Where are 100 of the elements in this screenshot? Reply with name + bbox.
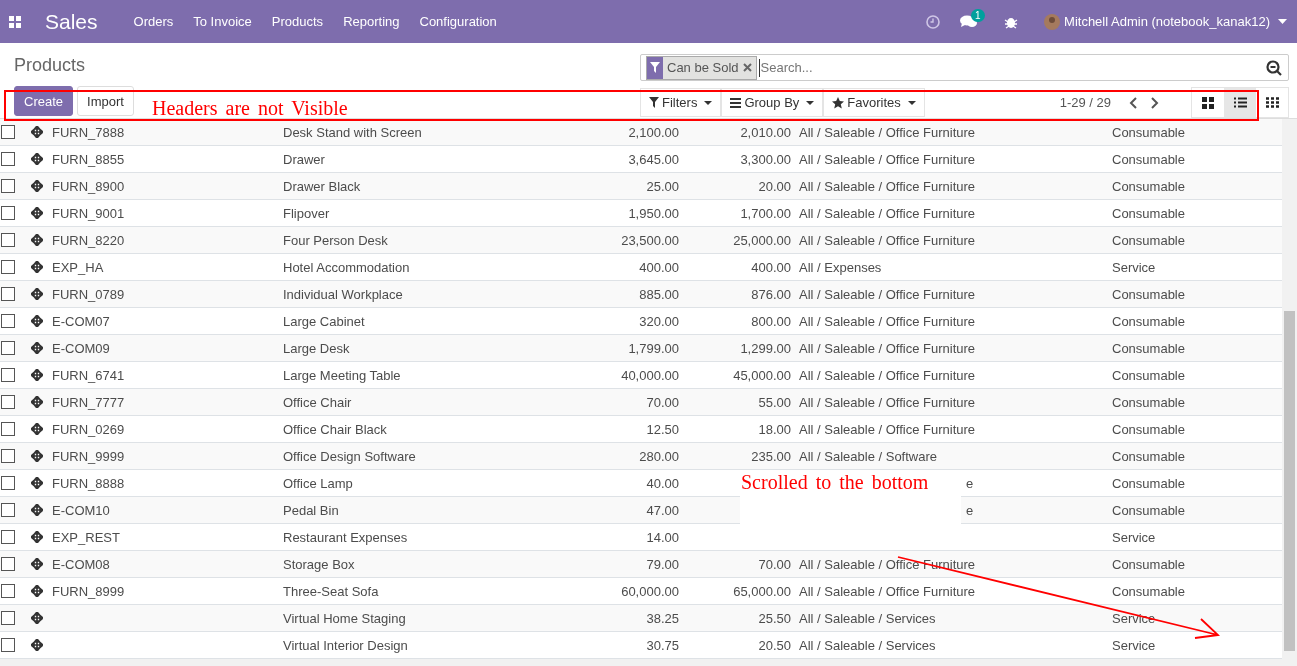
row-checkbox[interactable] (1, 395, 15, 409)
table-cell: Consumable (1112, 448, 1185, 464)
table-cell: Drawer (283, 151, 325, 167)
menu-item[interactable]: Reporting (343, 14, 400, 29)
drag-handle-icon[interactable] (31, 342, 43, 354)
close-icon[interactable] (742, 63, 752, 72)
table-cell: 320.00 (639, 313, 679, 329)
drag-handle-icon[interactable] (31, 207, 43, 219)
previous-page-icon[interactable] (1129, 96, 1137, 109)
drag-handle-icon[interactable] (31, 180, 43, 192)
table-cell: Large Meeting Table (283, 367, 401, 383)
row-checkbox[interactable] (1, 179, 15, 193)
drag-handle-icon[interactable] (31, 126, 43, 138)
table-cell: All / Saleable / Office Furniture (799, 286, 976, 302)
drag-handle-icon[interactable] (31, 639, 43, 651)
drag-handle-icon[interactable] (31, 477, 43, 489)
row-checkbox[interactable] (1, 584, 15, 598)
search-option-dropdown[interactable]: Favorites (823, 88, 925, 117)
table-cell: All / Saleable / Office Furniture (799, 178, 976, 194)
table-cell: e (966, 502, 974, 518)
scrollbar[interactable] (1282, 119, 1297, 659)
row-checkbox[interactable] (1, 341, 15, 355)
row-checkbox[interactable] (1, 557, 15, 571)
caret-icon[interactable] (1278, 19, 1287, 24)
drag-handle-icon[interactable] (31, 396, 43, 408)
row-checkbox[interactable] (1, 530, 15, 544)
drag-handle-icon[interactable] (31, 558, 43, 570)
drag-handle-icon[interactable] (31, 504, 43, 516)
row-checkbox[interactable] (1, 314, 15, 328)
search-option-dropdown[interactable]: Filters (640, 88, 722, 117)
table-cell: Office Chair (283, 394, 352, 410)
row-checkbox[interactable] (1, 233, 15, 247)
table-cell: FURN_7777 (52, 394, 125, 410)
table-cell: 1,950.00 (628, 205, 679, 221)
drag-handle-icon[interactable] (31, 288, 43, 300)
next-page-icon[interactable] (1151, 96, 1159, 109)
create-button[interactable]: Create (14, 86, 74, 116)
table-cell: Consumable (1112, 124, 1185, 140)
menu-item[interactable]: Configuration (419, 14, 497, 29)
drag-handle-icon[interactable] (31, 450, 43, 462)
table-cell: FURN_8888 (52, 475, 125, 491)
facet-label: Can be Sold (667, 60, 739, 75)
filter-facet[interactable]: Can be Sold (646, 55, 757, 80)
table-cell: EXP_REST (52, 529, 120, 545)
table-cell: All / Saleable / Services (799, 610, 936, 626)
table-cell: 235.00 (751, 448, 791, 464)
drag-handle-icon[interactable] (31, 234, 43, 246)
menu-item[interactable]: Products (271, 14, 324, 29)
drag-handle-icon[interactable] (31, 369, 43, 381)
view-switch-button[interactable] (1224, 88, 1256, 117)
table-cell: Service (1112, 529, 1156, 545)
page-title: Products (14, 54, 87, 77)
row-checkbox[interactable] (1, 476, 15, 490)
drag-handle-icon[interactable] (31, 423, 43, 435)
row-checkbox[interactable] (1, 422, 15, 436)
drag-handle-icon[interactable] (31, 585, 43, 597)
row-checkbox[interactable] (1, 449, 15, 463)
table-cell: Service (1112, 610, 1156, 626)
table-cell: Consumable (1112, 340, 1185, 356)
table-cell: Individual Workplace (283, 286, 403, 302)
table-cell: Restaurant Expenses (283, 529, 408, 545)
clock-icon[interactable] (926, 14, 941, 29)
table-cell: All / Saleable / Office Furniture (799, 583, 976, 599)
drag-handle-icon[interactable] (31, 315, 43, 327)
apps-menu-icon[interactable] (9, 15, 21, 28)
search-option-dropdown[interactable]: Group By (721, 88, 824, 117)
table-cell: 18.00 (758, 421, 791, 437)
import-button[interactable]: Import (77, 86, 134, 116)
kanban-icon (1202, 96, 1214, 109)
row-checkbox[interactable] (1, 152, 15, 166)
row-checkbox[interactable] (1, 125, 15, 139)
menu-item[interactable]: To Invoice (193, 14, 252, 29)
table-cell: 30.75 (646, 637, 679, 653)
table-cell: All / Saleable / Office Furniture (799, 394, 976, 410)
menu-item[interactable]: Orders (133, 14, 174, 29)
table-cell: Consumable (1112, 583, 1185, 599)
row-checkbox[interactable] (1, 260, 15, 274)
row-checkbox[interactable] (1, 206, 15, 220)
table-cell: Large Desk (283, 340, 350, 356)
drag-handle-icon[interactable] (31, 153, 43, 165)
drag-handle-icon[interactable] (31, 531, 43, 543)
drag-handle-icon[interactable] (31, 261, 43, 273)
search-bar[interactable]: Can be Sold Search... (640, 54, 1289, 81)
horizontal-scrollbar[interactable] (0, 659, 1297, 666)
table-cell: All / Saleable / Office Furniture (799, 340, 976, 356)
table-cell: Office Design Software (283, 448, 416, 464)
message-count-badge: 1 (971, 8, 985, 22)
search-icon[interactable] (1266, 59, 1282, 76)
row-checkbox[interactable] (1, 638, 15, 652)
row-checkbox[interactable] (1, 287, 15, 301)
row-checkbox[interactable] (1, 503, 15, 517)
drag-handle-icon[interactable] (31, 612, 43, 624)
table-cell: Three-Seat Sofa (283, 583, 379, 599)
row-checkbox[interactable] (1, 368, 15, 382)
table-cell: 1,700.00 (740, 205, 791, 221)
caret-icon (907, 100, 916, 105)
row-checkbox[interactable] (1, 611, 15, 625)
user-menu[interactable]: Mitchell Admin (notebook_kanak12) (1064, 14, 1270, 29)
table-cell: 400.00 (751, 259, 791, 275)
table-cell: Consumable (1112, 232, 1185, 248)
